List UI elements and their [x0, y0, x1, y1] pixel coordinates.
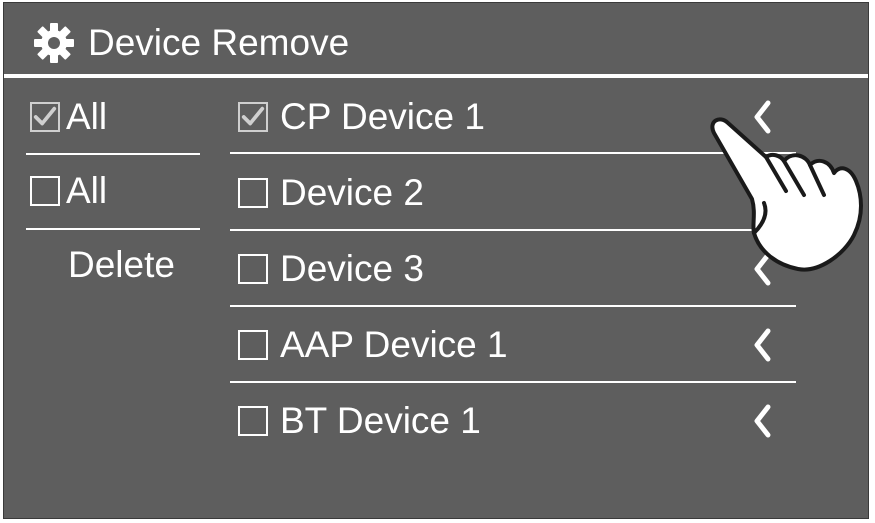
device-row-aap-device-1[interactable]: AAP Device 1: [234, 310, 794, 380]
deselect-all-button[interactable]: All: [30, 161, 200, 221]
gear-icon: [34, 23, 74, 63]
header: Device Remove: [4, 3, 868, 75]
select-all-label: All: [66, 96, 108, 137]
device-name: Device 2: [280, 172, 424, 213]
check-mark-icon: [33, 106, 57, 126]
deselect-all-label: All: [66, 170, 108, 211]
device-name: CP Device 1: [280, 96, 485, 137]
device-checkbox[interactable]: [238, 254, 268, 284]
deselect-all-checkbox[interactable]: [30, 176, 60, 206]
device-remove-screen: Device Remove All All Delete CP Device 1…: [3, 2, 869, 519]
device-name: Device 3: [280, 248, 424, 289]
device-checkbox[interactable]: [238, 406, 268, 436]
chevron-left-icon[interactable]: [750, 404, 774, 438]
sidebar-divider: [26, 228, 200, 230]
row-divider: [230, 381, 796, 383]
sidebar-divider: [26, 153, 200, 155]
check-mark-icon: [241, 106, 265, 126]
select-all-checkbox[interactable]: [30, 102, 60, 132]
delete-button[interactable]: Delete: [68, 243, 175, 287]
hand-pointer-icon: [710, 117, 863, 272]
row-divider: [230, 305, 796, 307]
device-checkbox[interactable]: [238, 102, 268, 132]
device-checkbox[interactable]: [238, 330, 268, 360]
select-all-button[interactable]: All: [30, 87, 200, 147]
device-row-bt-device-1[interactable]: BT Device 1: [234, 386, 794, 456]
header-divider: [4, 74, 868, 78]
device-checkbox[interactable]: [238, 178, 268, 208]
device-name: AAP Device 1: [280, 324, 508, 365]
page-title: Device Remove: [88, 22, 350, 63]
chevron-left-icon[interactable]: [750, 328, 774, 362]
device-name: BT Device 1: [280, 400, 481, 441]
